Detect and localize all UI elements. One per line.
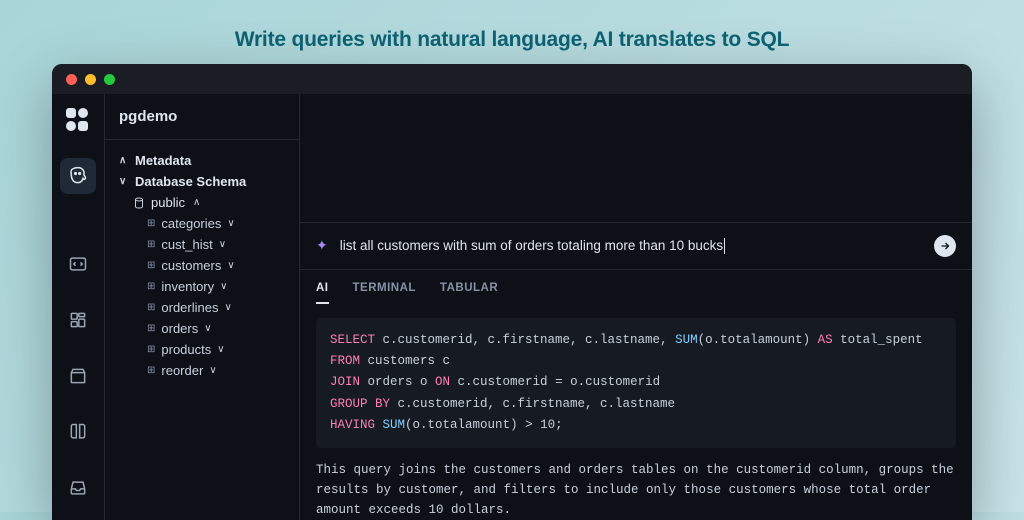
icon-sidebar [52,94,104,520]
tree-table-orders[interactable]: ⊞ orders ∨ [119,318,289,339]
chevron-down-icon: ∨ [227,218,237,229]
maximize-window-icon[interactable] [104,74,115,85]
chevron-down-icon: ∨ [217,344,227,355]
prompt-row: ✦ list all customers with sum of orders … [300,223,972,270]
sparkle-icon: ✦ [316,237,328,254]
tab-ai[interactable]: AI [316,282,329,304]
explanation-text: This query joins the customers and order… [316,460,956,520]
archive-icon[interactable] [60,358,96,394]
schema-sidebar: pgdemo ∧Metadata ∨Database Schema public… [104,94,300,520]
app-logo-icon [66,108,90,132]
titlebar [52,64,972,94]
table-icon: ⊞ [147,302,155,313]
close-window-icon[interactable] [66,74,77,85]
chevron-down-icon: ∨ [224,302,234,313]
dashboard-icon[interactable] [60,302,96,338]
chevron-up-icon: ∧ [193,197,203,208]
chevron-down-icon: ∨ [119,176,129,187]
tree-table-inventory[interactable]: ⊞ inventory ∨ [119,276,289,297]
code-icon[interactable] [60,246,96,282]
table-icon: ⊞ [147,365,155,376]
table-icon: ⊞ [147,281,155,292]
sql-code-block: SELECT c.customerid, c.firstname, c.last… [316,318,956,448]
database-cylinder-icon [133,197,145,209]
tree-schema[interactable]: ∨Database Schema [119,171,289,192]
result-tabs: AI TERMINAL TABULAR [300,270,972,304]
database-icon[interactable] [60,158,96,194]
chevron-down-icon: ∨ [220,281,230,292]
tab-terminal[interactable]: TERMINAL [353,282,416,304]
prompt-input[interactable]: list all customers with sum of orders to… [340,238,922,254]
table-icon: ⊞ [147,218,155,229]
tree-table-orderlines[interactable]: ⊞ orderlines ∨ [119,297,289,318]
tab-tabular[interactable]: TABULAR [440,282,498,304]
headline: Write queries with natural language, AI … [0,6,1024,64]
tree-table-categories[interactable]: ⊞ categories ∨ [119,213,289,234]
tree-metadata[interactable]: ∧Metadata [119,150,289,171]
chevron-down-icon: ∨ [227,260,237,271]
minimize-window-icon[interactable] [85,74,96,85]
book-icon[interactable] [60,414,96,450]
run-button[interactable] [934,235,956,257]
tree-table-cust_hist[interactable]: ⊞ cust_hist ∨ [119,234,289,255]
table-icon: ⊞ [147,344,155,355]
chevron-down-icon: ∨ [204,323,214,334]
table-icon: ⊞ [147,323,155,334]
chevron-up-icon: ∧ [119,155,129,166]
chevron-down-icon: ∨ [219,239,229,250]
table-icon: ⊞ [147,239,155,250]
tree-table-reorder[interactable]: ⊞ reorder ∨ [119,360,289,381]
tree-table-customers[interactable]: ⊞ customers ∨ [119,255,289,276]
app-window: pgdemo ∧Metadata ∨Database Schema public… [52,64,972,520]
tree-schema-public[interactable]: public∧ [119,192,289,213]
main-content: ✦ list all customers with sum of orders … [300,94,972,520]
editor-empty-area [300,94,972,223]
inbox-icon[interactable] [60,470,96,506]
table-icon: ⊞ [147,260,155,271]
database-title: pgdemo [105,108,299,140]
tree-table-products[interactable]: ⊞ products ∨ [119,339,289,360]
chevron-down-icon: ∨ [209,365,219,376]
